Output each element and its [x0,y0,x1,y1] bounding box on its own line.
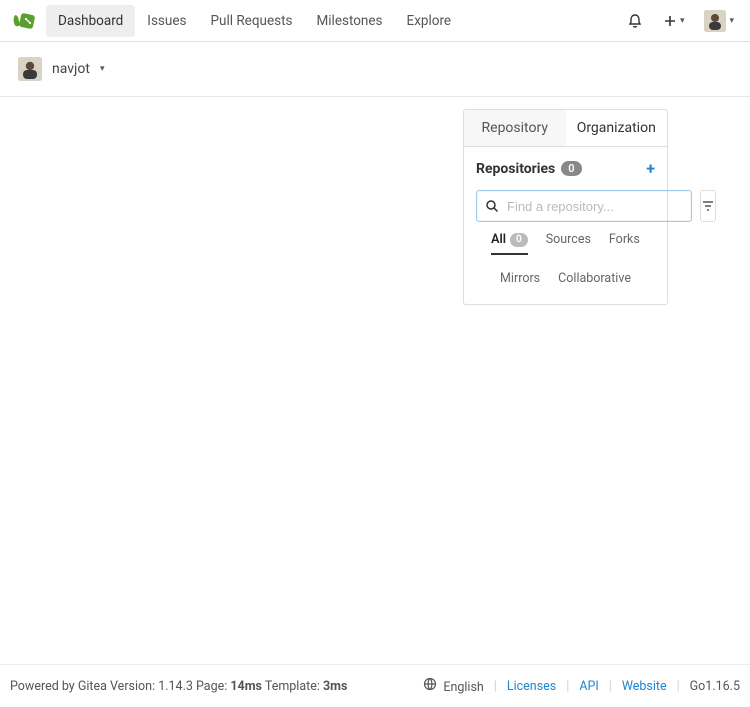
nav-milestones[interactable]: Milestones [304,5,394,37]
filter-button[interactable] [700,190,716,222]
create-menu[interactable]: ▾ [659,10,689,32]
repo-search-row [464,190,667,222]
filter-mirrors[interactable]: Mirrors [500,271,540,292]
footer-template-label: Template: [262,679,323,694]
context-switcher[interactable]: navjot ▾ [18,57,104,81]
context-bar: navjot ▾ [0,42,750,97]
sidebar-tabs: Repository Organization [463,109,668,147]
nav-right: ▾ ▾ [623,6,738,36]
avatar [704,10,726,32]
filter-all-count: 0 [510,233,528,247]
activity-feed [0,109,463,664]
footer-left: Powered by Gitea Version: 1.14.3 Page: 1… [10,679,423,694]
repositories-title: Repositories [476,161,555,177]
filter-forks[interactable]: Forks [609,232,640,253]
filter-sources[interactable]: Sources [546,232,591,253]
repositories-header: Repositories 0 + [464,147,667,190]
gitea-logo[interactable] [12,11,38,31]
filter-icon [701,199,715,213]
nav-explore[interactable]: Explore [395,5,464,37]
footer-page-time: 14ms [230,679,262,694]
notifications-icon[interactable] [623,9,647,33]
search-icon [485,199,499,213]
footer-powered: Powered by Gitea Version: 1.14.3 Page: [10,679,230,694]
repo-search-box[interactable] [476,190,692,222]
footer-api-link[interactable]: API [579,679,598,694]
footer-website-link[interactable]: Website [622,679,667,694]
footer-licenses-link[interactable]: Licenses [507,679,556,694]
chevron-down-icon: ▾ [100,64,105,74]
nav-items: Dashboard Issues Pull Requests Milestone… [46,5,463,37]
tab-organization[interactable]: Organization [566,110,668,146]
filter-all[interactable]: All 0 [491,232,528,255]
sidebar: Repository Organization Repositories 0 + [463,109,668,664]
repositories-panel: Repositories 0 + All 0 [463,147,668,305]
footer-go-version: Go1.16.5 [690,679,740,694]
tab-repository[interactable]: Repository [464,110,566,146]
language-switcher[interactable]: English [423,677,484,695]
chevron-down-icon: ▾ [729,16,734,26]
top-navbar: Dashboard Issues Pull Requests Milestone… [0,0,750,42]
context-username: navjot [52,61,90,77]
filter-collaborative[interactable]: Collaborative [558,271,631,292]
repo-search-input[interactable] [507,199,683,214]
nav-pull-requests[interactable]: Pull Requests [198,5,304,37]
footer: Powered by Gitea Version: 1.14.3 Page: 1… [0,664,750,707]
user-menu[interactable]: ▾ [700,6,738,36]
repo-filters: All 0 Sources Forks Mirrors Collaborativ… [464,222,667,304]
globe-icon [423,677,437,691]
chevron-down-icon: ▾ [680,16,685,26]
footer-template-time: 3ms [323,679,347,694]
repo-count-badge: 0 [561,161,581,176]
nav-dashboard[interactable]: Dashboard [46,5,135,37]
avatar [18,57,42,81]
nav-issues[interactable]: Issues [135,5,198,37]
main-content: Repository Organization Repositories 0 + [0,97,750,664]
new-repo-button[interactable]: + [646,159,655,178]
footer-right: English | Licenses | API | Website | Go1… [423,677,740,695]
